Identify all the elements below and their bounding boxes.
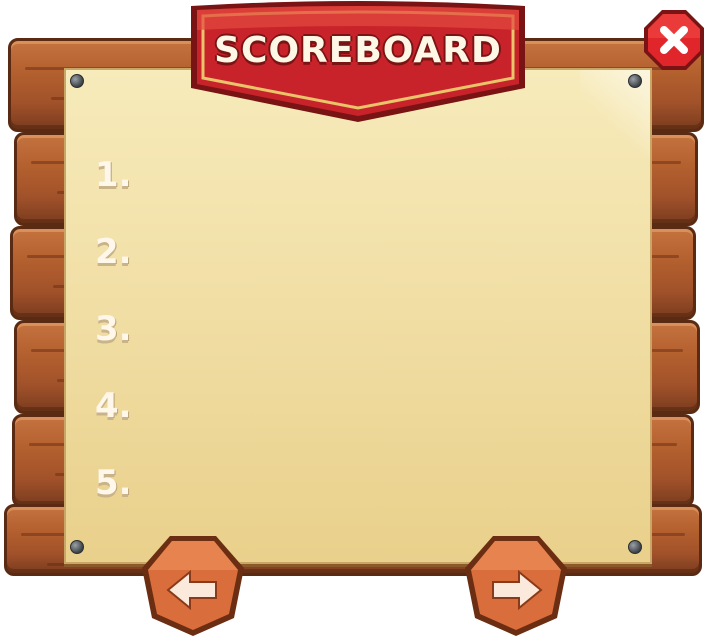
- previous-page-button[interactable]: [138, 532, 248, 642]
- next-page-button[interactable]: [461, 532, 571, 642]
- rank-label: 3.: [95, 309, 132, 349]
- rank-label: 1.: [95, 155, 132, 195]
- nail-top-left: [70, 74, 84, 88]
- close-button[interactable]: [642, 8, 706, 72]
- nail-bottom-right: [628, 540, 642, 554]
- page-title: SCOREBOARD: [214, 30, 502, 71]
- nail-bottom-left: [70, 540, 84, 554]
- close-icon: [644, 10, 704, 70]
- score-list: 1. 2. 3. 4. 5.: [95, 155, 595, 540]
- rank-label: 4.: [95, 386, 132, 426]
- title-banner: SCOREBOARD: [183, 0, 533, 125]
- score-row: 5.: [95, 463, 595, 540]
- score-row: 1.: [95, 155, 595, 232]
- score-row: 4.: [95, 386, 595, 463]
- rank-label: 5.: [95, 463, 132, 503]
- arrow-right-icon: [465, 536, 567, 636]
- score-row: 3.: [95, 309, 595, 386]
- score-row: 2.: [95, 232, 595, 309]
- nail-top-right: [628, 74, 642, 88]
- rank-label: 2.: [95, 232, 132, 272]
- arrow-left-icon: [142, 536, 244, 636]
